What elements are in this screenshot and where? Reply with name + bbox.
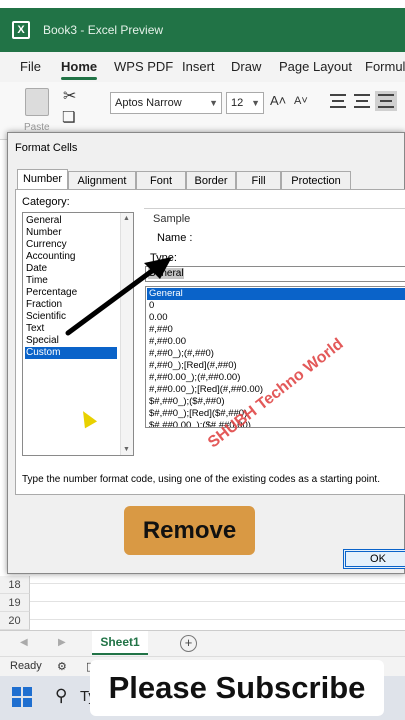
increase-font-button[interactable]: A˄	[270, 93, 286, 108]
align-middle-icon[interactable]	[354, 94, 370, 108]
format-hint-text: Type the number format code, using one o…	[22, 474, 380, 485]
tab-formulas[interactable]: Formula	[365, 59, 405, 74]
status-text: Ready	[10, 660, 42, 672]
chevron-down-icon: ▼	[209, 98, 218, 108]
format-code-list[interactable]: General 0 0.00 #,##0 #,##0.00 #,##0_);(#…	[145, 286, 405, 428]
list-item[interactable]: #,##0_);[Red](#,##0)	[147, 360, 405, 372]
add-sheet-button[interactable]: +	[180, 635, 197, 652]
copy-icon[interactable]: ❏	[62, 108, 75, 126]
window-title: Book3 - Excel Preview	[43, 23, 164, 37]
list-item[interactable]: #,##0_);(#,##0)	[147, 348, 405, 360]
tab-number[interactable]: Number	[17, 169, 68, 190]
list-item-selected[interactable]: Custom	[25, 347, 117, 359]
tab-alignment[interactable]: Alignment	[68, 171, 136, 190]
tab-file[interactable]: File	[20, 59, 41, 74]
list-item[interactable]: #,##0	[147, 324, 405, 336]
row-header-18[interactable]: 18	[0, 576, 30, 594]
sheet-prev-icon[interactable]: ◀	[20, 637, 28, 648]
dialog-title: Format Cells	[15, 142, 78, 154]
paste-icon[interactable]	[25, 88, 49, 116]
list-item[interactable]: Number	[25, 227, 117, 239]
tab-border[interactable]: Border	[186, 171, 236, 190]
grid-line	[30, 619, 405, 620]
row-header-19[interactable]: 19	[0, 594, 30, 612]
align-bottom-icon[interactable]	[375, 91, 397, 111]
font-size-dropdown[interactable]: 12 ▼	[226, 92, 264, 114]
grid-line	[30, 601, 405, 602]
list-item[interactable]: 0.00	[147, 312, 405, 324]
grid-line	[30, 583, 405, 584]
windows-start-icon[interactable]	[12, 687, 32, 707]
sheet-next-icon[interactable]: ▶	[58, 637, 66, 648]
list-item[interactable]: General	[25, 215, 117, 227]
list-item[interactable]: 0	[147, 300, 405, 312]
name-label: Name :	[157, 232, 193, 244]
category-label: Category:	[22, 196, 70, 208]
screen: X Book3 - Excel Preview File Home WPS PD…	[0, 0, 405, 720]
row-header-20[interactable]: 20	[0, 612, 30, 630]
tab-wps-pdf[interactable]: WPS PDF	[114, 59, 173, 74]
font-name-dropdown[interactable]: Aptos Narrow ▼	[110, 92, 222, 114]
list-item[interactable]: $#,##0.00_);($#,##0.00)	[147, 420, 405, 427]
tab-page-layout[interactable]: Page Layout	[279, 59, 352, 74]
ok-button[interactable]: OK	[343, 549, 405, 569]
tab-draw[interactable]: Draw	[231, 59, 261, 74]
arrow-annotation-icon	[65, 257, 172, 336]
sheet-tab-sheet1[interactable]: Sheet1	[92, 631, 148, 655]
type-input[interactable]: General	[145, 266, 405, 282]
title-bar: X Book3 - Excel Preview	[0, 8, 405, 52]
scroll-down-icon[interactable]: ▼	[123, 446, 130, 453]
cut-icon[interactable]: ✂	[63, 86, 76, 106]
tab-fill[interactable]: Fill	[236, 171, 281, 190]
tab-insert[interactable]: Insert	[182, 59, 215, 74]
ribbon-tabs: File Home WPS PDF Insert Draw Page Layou…	[0, 52, 405, 82]
excel-logo-icon: X	[12, 21, 30, 39]
chevron-down-icon: ▼	[251, 98, 260, 108]
accessibility-icon[interactable]: ⚙	[57, 660, 67, 673]
search-icon[interactable]: ⚲	[55, 686, 67, 706]
tab-font[interactable]: Font	[136, 171, 186, 190]
scroll-up-icon[interactable]: ▲	[123, 215, 130, 222]
list-item-selected[interactable]: General	[147, 288, 405, 300]
list-item[interactable]: $#,##0_);[Red]($#,##0)	[147, 408, 405, 420]
tab-home[interactable]: Home	[61, 59, 98, 80]
subscribe-banner: Please Subscribe	[90, 660, 384, 716]
align-top-icon[interactable]	[330, 94, 346, 108]
decrease-font-button[interactable]: A˅	[294, 95, 308, 107]
tab-protection[interactable]: Protection	[281, 171, 351, 190]
font-size-value: 12	[231, 97, 244, 109]
font-name-value: Aptos Narrow	[115, 97, 182, 109]
sample-label: Sample	[153, 213, 191, 225]
list-item[interactable]: #,##0.00	[147, 336, 405, 348]
remove-banner: Remove	[124, 506, 255, 555]
sheet-tab-bar: ◀ ▶ Sheet1 +	[0, 630, 405, 656]
